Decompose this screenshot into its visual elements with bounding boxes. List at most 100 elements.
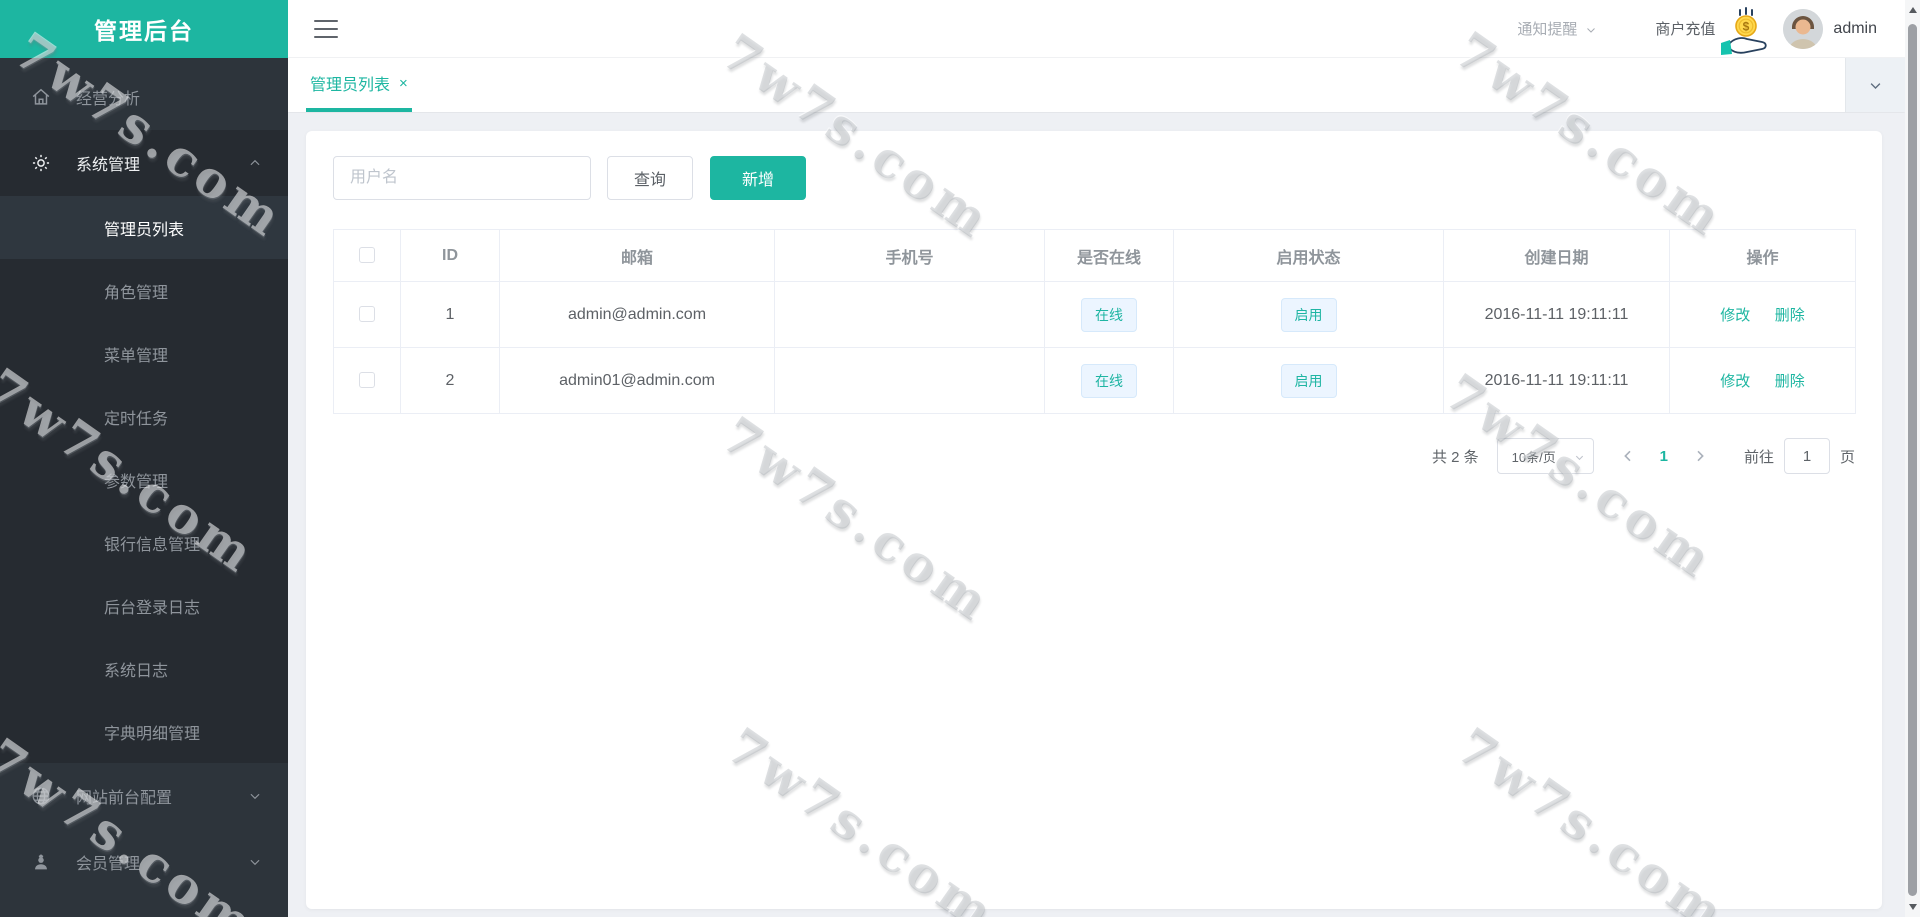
sidebar-subitem-label: 字典明细管理 [104, 725, 201, 743]
sidebar-subitem-admin-list[interactable]: 管理员列表 [0, 196, 288, 259]
row-checkbox[interactable] [359, 372, 375, 389]
sidebar: 管理后台 经营分析 系统管理 管理员列表 角色管理 菜单管理 定时任务 参数管理… [0, 0, 288, 917]
chevron-up-icon [248, 156, 262, 170]
sidebar-subitem-sys-log[interactable]: 系统日志 [0, 637, 288, 700]
scrollbar-thumb[interactable] [1908, 24, 1917, 896]
gear-icon [30, 152, 52, 174]
sidebar-subitem-role[interactable]: 角色管理 [0, 259, 288, 322]
main-area: 通知提醒 商户充值 $ admin 管理员列表 × 用户名 查询 新增 ID 邮… [288, 0, 1905, 917]
current-page[interactable]: 1 [1660, 448, 1668, 465]
username-input[interactable] [333, 156, 591, 200]
tab-close-icon[interactable] [399, 76, 408, 91]
next-page-button[interactable] [1692, 448, 1708, 464]
page-unit-label: 页 [1839, 448, 1855, 466]
edit-link[interactable]: 修改 [1720, 373, 1750, 390]
merchant-recharge-button[interactable]: 商户充值 $ [1655, 1, 1773, 57]
status-badge: 启用 [1280, 363, 1337, 398]
cell-email: admin01@admin.com [499, 347, 775, 414]
sidebar-subitem-label: 参数管理 [104, 473, 169, 491]
toolbar: 查询 新增 [333, 156, 1855, 200]
goto-page-input[interactable] [1783, 438, 1830, 474]
cell-email: admin@admin.com [499, 281, 775, 348]
status-badge: 启用 [1280, 297, 1337, 332]
admin-list-card: 查询 新增 ID 邮箱 手机号 是否在线 [306, 131, 1882, 909]
online-badge: 在线 [1081, 297, 1137, 332]
col-header-online: 是否在线 [1044, 229, 1174, 282]
delete-link[interactable]: 删除 [1775, 307, 1805, 324]
tabbar-expander[interactable] [1845, 58, 1905, 112]
username-label: admin [1833, 19, 1877, 37]
sidebar-subitem-label: 银行信息管理 [104, 536, 201, 554]
user-icon [30, 851, 52, 873]
cell-id: 2 [400, 347, 500, 414]
svg-text:$: $ [1743, 19, 1750, 33]
sidebar-subitem-label: 角色管理 [104, 284, 169, 302]
tab-label: 管理员列表 [310, 77, 391, 94]
page-size-select[interactable]: 10条/页 [1496, 438, 1594, 474]
sidebar-nav: 经营分析 系统管理 管理员列表 角色管理 菜单管理 定时任务 参数管理 银行信息… [0, 58, 288, 895]
avatar [1783, 8, 1824, 49]
cell-created: 2016-11-11 19:11:11 [1443, 347, 1670, 414]
globe-icon [30, 785, 52, 807]
table-row: 1 admin@admin.com 在线 启用 2016-11-11 19:11… [333, 281, 1856, 348]
notice-label: 通知提醒 [1517, 21, 1578, 38]
topbar-right: 通知提醒 商户充值 $ admin [1517, 1, 1877, 57]
hamburger-menu-icon[interactable] [314, 19, 338, 38]
row-checkbox[interactable] [359, 306, 375, 323]
sidebar-item-label: 经营分析 [76, 91, 141, 108]
home-icon [30, 86, 52, 108]
sidebar-item-analysis[interactable]: 经营分析 [0, 64, 288, 130]
add-button[interactable]: 新增 [710, 156, 806, 200]
query-button[interactable]: 查询 [607, 156, 693, 200]
tabbar: 管理员列表 [288, 58, 1905, 112]
sidebar-item-label: 系统管理 [76, 157, 141, 174]
page-size-value: 10条/页 [1511, 449, 1556, 465]
cell-created: 2016-11-11 19:11:11 [1443, 281, 1670, 348]
goto-label: 前往 [1743, 448, 1774, 466]
table-row: 2 admin01@admin.com 在线 启用 2016-11-11 19:… [333, 347, 1856, 414]
table-header-row: ID 邮箱 手机号 是否在线 启用状态 创建日期 操作 [333, 229, 1856, 282]
chevron-down-icon [1585, 23, 1597, 35]
cell-phone [774, 281, 1045, 348]
recharge-label: 商户充值 [1655, 21, 1716, 38]
online-badge: 在线 [1081, 363, 1137, 398]
edit-link[interactable]: 修改 [1720, 307, 1750, 324]
sidebar-subitem-login-log[interactable]: 后台登录日志 [0, 574, 288, 637]
chevron-down-icon [248, 855, 262, 869]
pagination: 共 2 条 10条/页 1 前往 1 页 [333, 438, 1855, 474]
scroll-down-button[interactable] [1905, 899, 1920, 915]
scroll-up-button[interactable] [1905, 2, 1920, 18]
chevron-down-icon [1574, 451, 1585, 462]
chevron-down-icon [248, 789, 262, 803]
prev-page-button[interactable] [1620, 448, 1636, 464]
topbar: 通知提醒 商户充值 $ admin [288, 0, 1905, 58]
col-header-phone: 手机号 [774, 229, 1045, 282]
coin-hand-icon: $ [1719, 6, 1773, 57]
pagination-total: 共 2 条 [1431, 448, 1479, 466]
col-header-id: ID [400, 229, 500, 282]
notice-dropdown[interactable]: 通知提醒 [1517, 18, 1597, 39]
app-logo: 管理后台 [0, 0, 288, 58]
sidebar-subitem-dict[interactable]: 字典明细管理 [0, 700, 288, 763]
tab-admin-list[interactable]: 管理员列表 [306, 58, 412, 112]
sidebar-subitem-label: 管理员列表 [104, 221, 185, 239]
sidebar-subitem-bank[interactable]: 银行信息管理 [0, 511, 288, 574]
sidebar-item-member[interactable]: 会员管理 [0, 829, 288, 895]
delete-link[interactable]: 删除 [1775, 373, 1805, 390]
select-all-checkbox[interactable] [359, 247, 375, 264]
sidebar-item-site-config[interactable]: 网站前台配置 [0, 763, 288, 829]
sidebar-subitem-menu[interactable]: 菜单管理 [0, 322, 288, 385]
content-area: 查询 新增 ID 邮箱 手机号 是否在线 [288, 113, 1905, 917]
admin-backend-screen: 管理后台 经营分析 系统管理 管理员列表 角色管理 菜单管理 定时任务 参数管理… [0, 0, 1920, 917]
sidebar-item-system[interactable]: 系统管理 [0, 130, 288, 196]
sidebar-subitem-label: 定时任务 [104, 410, 169, 428]
col-header-ops: 操作 [1669, 229, 1856, 282]
sidebar-subitem-cron[interactable]: 定时任务 [0, 385, 288, 448]
chevron-down-icon [1868, 78, 1883, 93]
admin-table: ID 邮箱 手机号 是否在线 启用状态 创建日期 操作 1 admin@admi… [333, 229, 1856, 414]
sidebar-subitem-params[interactable]: 参数管理 [0, 448, 288, 511]
vertical-scrollbar [1905, 0, 1920, 917]
sidebar-subitem-label: 后台登录日志 [104, 599, 201, 617]
user-menu[interactable]: admin [1783, 8, 1877, 49]
col-header-status: 启用状态 [1173, 229, 1444, 282]
